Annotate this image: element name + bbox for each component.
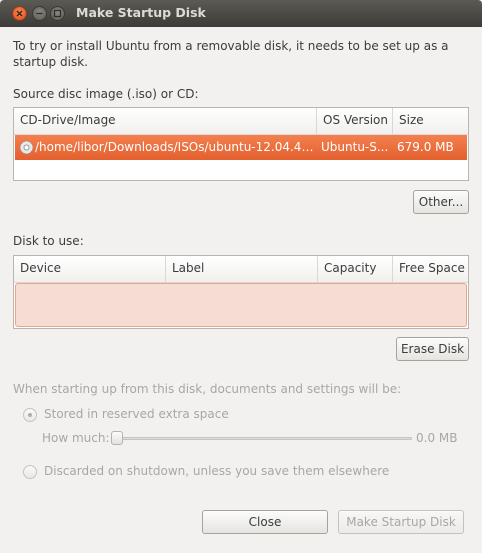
title-bar: Make Startup Disk: [0, 0, 482, 27]
source-list-header: CD-Drive/Image OS Version Size: [14, 108, 468, 135]
intro-text: To try or install Ubuntu from a removabl…: [13, 39, 449, 69]
close-icon: [16, 10, 23, 17]
close-button[interactable]: Close: [202, 510, 328, 534]
source-row-selected[interactable]: /home/libor/Downloads/ISOs/ubuntu-12.04.…: [15, 135, 467, 160]
source-list[interactable]: CD-Drive/Image OS Version Size /home/lib…: [13, 107, 469, 181]
column-header-size[interactable]: Size: [393, 108, 468, 134]
disk-label: Disk to use:: [13, 234, 84, 248]
how-much-slider-track[interactable]: [114, 437, 412, 440]
column-header-cd-drive[interactable]: CD-Drive/Image: [14, 108, 317, 134]
how-much-label: How much:: [42, 431, 110, 445]
how-much-slider-handle[interactable]: [111, 431, 123, 445]
column-header-device[interactable]: Device: [14, 256, 166, 282]
erase-disk-button[interactable]: Erase Disk: [396, 337, 469, 361]
column-header-free-space[interactable]: Free Space: [393, 256, 468, 282]
source-row-os-version: Ubuntu-S...: [321, 140, 389, 154]
minimize-icon: [36, 12, 43, 15]
source-label: Source disc image (.iso) or CD:: [13, 87, 199, 101]
stored-radio[interactable]: [23, 408, 37, 422]
maximize-window-button[interactable]: [50, 6, 65, 21]
how-much-value: 0.0 MB: [416, 431, 458, 445]
make-startup-disk-button[interactable]: Make Startup Disk: [338, 510, 464, 534]
make-startup-disk-window: Make Startup Disk To try or install Ubun…: [0, 0, 482, 553]
column-header-os-version[interactable]: OS Version: [317, 108, 393, 134]
column-header-capacity[interactable]: Capacity: [318, 256, 393, 282]
close-window-button[interactable]: [12, 6, 27, 21]
window-title: Make Startup Disk: [76, 5, 206, 20]
discard-radio[interactable]: [23, 465, 37, 479]
disk-list-header: Device Label Capacity Free Space: [14, 256, 468, 283]
discard-radio-label: Discarded on shutdown, unless you save t…: [44, 464, 390, 478]
source-row-size: 679.0 MB: [397, 140, 454, 154]
disk-list-empty-area: [15, 283, 467, 327]
minimize-window-button[interactable]: [32, 6, 47, 21]
other-button[interactable]: Other...: [413, 190, 469, 214]
cd-disc-icon: [20, 141, 33, 154]
column-header-label[interactable]: Label: [166, 256, 318, 282]
source-row-image: /home/libor/Downloads/ISOs/ubuntu-12.04.…: [35, 140, 315, 154]
disk-list[interactable]: Device Label Capacity Free Space: [13, 255, 469, 329]
maximize-icon: [53, 9, 62, 18]
options-heading: When starting up from this disk, documen…: [13, 382, 402, 396]
stored-radio-label: Stored in reserved extra space: [44, 407, 229, 421]
